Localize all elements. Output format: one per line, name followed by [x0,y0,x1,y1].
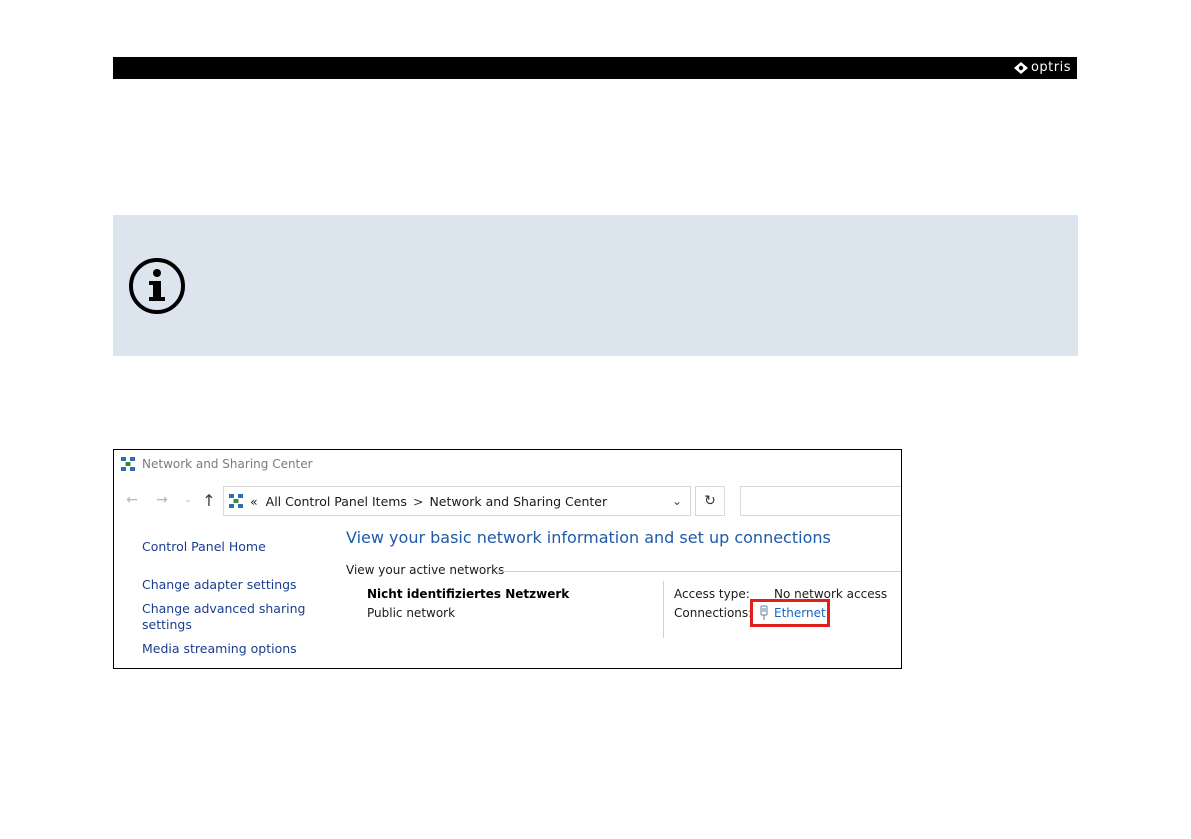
vertical-divider [663,581,664,638]
network-sharing-window: Network and Sharing Center ← → ⌄ ↑ « All… [113,449,902,669]
sidebar-item-change-adapter-settings[interactable]: Change adapter settings [142,577,297,593]
breadcrumb-network-sharing-center[interactable]: Network and Sharing Center [429,494,607,509]
logo-text: optris [1030,60,1071,75]
sidebar-item-change-advanced-sharing-cont[interactable]: settings [142,617,192,633]
network-type[interactable]: Public network [367,606,455,620]
connections-label: Connections: [674,606,753,620]
window-title-bar: Network and Sharing Center [120,455,313,473]
network-name: Nicht identifiziertes Netzwerk [367,587,570,601]
sidebar-item-media-streaming-options[interactable]: Media streaming options [142,641,297,657]
address-overflow-chevron[interactable]: « [250,494,258,509]
address-dropdown-icon[interactable]: ⌄ [672,494,682,508]
header-bar: optris [113,57,1077,79]
access-type-label: Access type: [674,587,750,601]
optris-logo: optris [1013,60,1071,76]
address-bar[interactable]: « All Control Panel Items > Network and … [223,486,691,516]
breadcrumb-all-control-panel-items[interactable]: All Control Panel Items [266,494,407,509]
window-title: Network and Sharing Center [142,457,313,471]
info-icon [129,258,185,314]
forward-arrow-icon[interactable]: → [153,491,171,509]
optris-logo-mark-icon [1013,62,1028,74]
ethernet-highlight: Ethernet [750,599,830,627]
breadcrumb-separator: > [412,493,424,509]
refresh-icon[interactable]: ↻ [695,486,725,516]
address-network-icon [229,494,243,508]
recent-dropdown-icon[interactable]: ⌄ [179,491,197,509]
section-divider [497,571,901,572]
active-networks-label: View your active networks [346,563,505,577]
sidebar-item-change-advanced-sharing[interactable]: Change advanced sharing [142,601,305,617]
navigation-bar: ← → ⌄ ↑ « All Control Panel Items > Netw… [114,485,901,517]
page-title: View your basic network information and … [346,528,831,547]
info-box [113,215,1078,356]
network-center-icon [121,457,135,471]
ethernet-icon [760,605,768,620]
up-arrow-icon[interactable]: ↑ [200,491,218,510]
back-arrow-icon[interactable]: ← [123,491,141,509]
search-input[interactable] [740,486,901,516]
ethernet-connection-link[interactable]: Ethernet [774,606,826,620]
sidebar-item-control-panel-home[interactable]: Control Panel Home [142,539,266,555]
